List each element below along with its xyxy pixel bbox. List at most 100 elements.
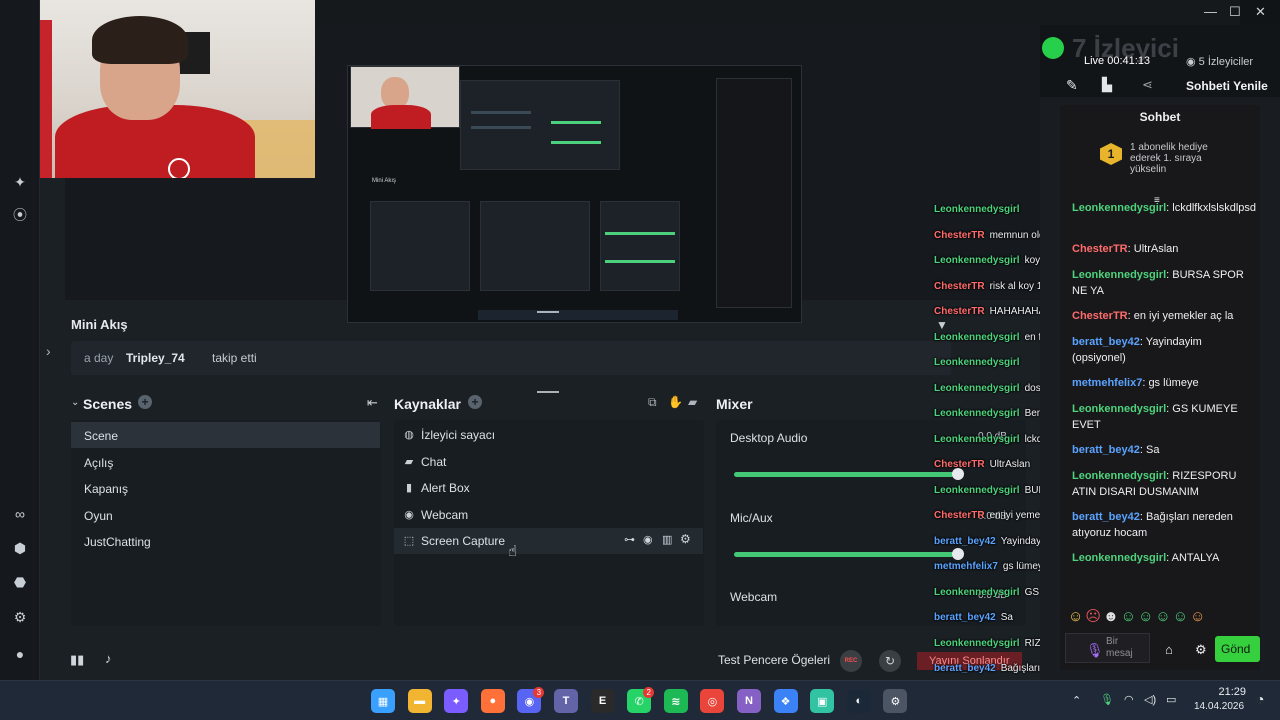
scene-item[interactable]: Oyun [71,502,380,528]
chat-message[interactable]: beratt_bey42: Yayindayim (opsiyonel) [1072,334,1257,366]
settings-cog-icon[interactable]: ⚙ [680,532,691,546]
profile-icon[interactable]: ● [11,645,29,663]
windows-start-icon[interactable]: ▦ [371,689,395,713]
maximize-icon[interactable]: ☐ [1229,4,1241,20]
add-source-icon[interactable]: + [468,395,482,409]
firefox-icon[interactable]: ● [480,689,505,713]
record-icon[interactable]: ⦿ [11,206,29,224]
replay-buffer-icon[interactable]: ↻ [879,650,901,672]
volume-slider[interactable] [734,472,954,477]
source-item[interactable]: ▮ Alert Box [394,475,703,501]
mic-tray-icon[interactable]: 🎙 [1100,693,1114,706]
mini-akis-event-row[interactable]: a day Tripley_74 takip etti [71,341,951,375]
folder-icon[interactable]: ▰ [688,395,697,409]
chat-message[interactable]: ChesterTR: UltrAslan [1072,241,1257,257]
epic-games-icon[interactable]: E [590,689,615,713]
test-widgets-label[interactable]: Test Pencere Ögeleri [718,653,830,667]
scene-item[interactable]: JustChatting [71,528,380,554]
steam-icon[interactable]: ◐ [846,689,871,713]
chat-username[interactable]: Leonkennedysgirl [1072,552,1166,564]
battery-icon[interactable]: ▭ [1166,693,1176,706]
collapse-icon[interactable]: ⇤ [367,395,378,411]
scene-item[interactable]: Açılış [71,449,380,475]
chat-text: en iyi yemekler aç la [1133,310,1234,322]
edit-icon[interactable]: ✎ [1066,77,1078,94]
refresh-chat-button[interactable]: Sohbeti Yenile [1186,79,1268,93]
lock-icon[interactable]: ⊶ [624,533,635,546]
filter-icon[interactable]: ▼ [936,318,948,332]
add-scene-icon[interactable]: + [138,395,152,409]
store-icon[interactable]: ⌂ [1165,642,1173,657]
chat-message[interactable]: Leonkennedysgirl: ANTALYA [1072,550,1257,566]
settings-icon[interactable]: ⚙ [883,689,908,713]
integration-icon[interactable]: ∞ [11,505,29,523]
source-item[interactable]: ⬚ Screen Capture ⊶ ◉ ▥ ⚙ [394,528,703,554]
notification-bell-icon[interactable]: ◔ [1256,691,1264,707]
volume-knob[interactable] [952,468,964,480]
chat-username[interactable]: Leonkennedysgirl [1072,470,1166,482]
source-item[interactable]: ◍ İzleyici sayacı [394,422,703,448]
group-icon[interactable]: ⧉ [648,395,657,410]
resize-handle[interactable] [537,311,559,313]
chat-message[interactable]: ChesterTR: en iyi yemekler aç la [1072,308,1257,324]
chat-username[interactable]: beratt_bey42 [1072,336,1140,348]
chat-message[interactable]: Leonkennedysgirl: GS KUMEYE EVET [1072,401,1257,433]
themes-icon[interactable]: ⬣ [11,573,29,591]
chat-settings-icon[interactable]: ⚙ [1195,642,1207,658]
chevron-up-icon[interactable]: ⌃ [1072,694,1081,707]
chevron-down-icon[interactable]: ⌄ [71,397,79,408]
mic-icon[interactable]: 🎙 [1086,642,1104,659]
minimize-icon[interactable]: — [1204,4,1217,19]
chat-input[interactable]: 🎙 Bir mesaj [1065,633,1150,663]
chat-message[interactable]: metmehfelix7: gs lümeye [1072,375,1257,391]
sparkle-icon[interactable]: ✦ [11,173,29,191]
rec-button[interactable]: REC [840,650,862,672]
settings-gear-app-icon[interactable]: ❖ [773,689,798,713]
chat-username[interactable]: Leonkennedysgirl [1072,202,1166,214]
chat-username[interactable]: ChesterTR [1072,243,1128,255]
chat-message[interactable]: Leonkennedysgirl: BURSA SPOR NE YA [1072,267,1257,299]
visual-studio-icon[interactable]: N [737,689,761,713]
chat-username[interactable]: Leonkennedysgirl [1072,269,1166,281]
chat-message[interactable]: Leonkennedysgirl: RIZESPORU ATIN DISARI … [1072,468,1257,500]
stop-stream-button[interactable]: Yayını Sonlandır [917,652,1022,670]
chat-message[interactable]: beratt_bey42: Bağışları nereden atıyoruz… [1072,509,1257,541]
chrome-icon[interactable]: ◎ [700,689,725,713]
share-icon[interactable]: ⋖ [1142,77,1153,93]
close-icon[interactable]: ✕ [1255,4,1266,20]
chat-message[interactable]: Leonkennedysgirl: lckdlfkxlslskdlpsd [1072,200,1257,216]
stats-icon[interactable]: ▮▮ [70,652,84,668]
chat-username[interactable]: ChesterTR [1072,310,1128,322]
scene-item[interactable]: Scene [71,422,380,448]
notifications-icon[interactable]: ♪ [105,651,112,666]
volume-slider[interactable] [734,552,954,557]
scene-item[interactable]: Kapanış [71,475,380,501]
trash-icon[interactable]: ▥ [662,533,672,546]
chat-username[interactable]: metmehfelix7 [1072,377,1142,389]
file-explorer-icon[interactable]: ▬ [407,689,432,713]
clock-time[interactable]: 21:29 [1212,686,1246,698]
emote-bar[interactable]: ☺☹☻☺☺☺☺☺ [1068,607,1252,625]
event-user: Tripley_74 [126,351,185,365]
volume-knob[interactable] [952,548,964,560]
source-item[interactable]: ◉ Webcam [394,502,703,528]
chat-username[interactable]: beratt_bey42 [1072,511,1140,523]
chevron-right-icon[interactable]: › [46,343,51,359]
streamlabs-icon[interactable]: ▣ [810,689,835,713]
settings-icon[interactable]: ⚙ [11,608,29,626]
app-store-icon[interactable]: ⬢ [11,539,29,557]
clock-date[interactable]: 14.04.2026 [1194,701,1244,712]
clip-icon[interactable]: ▙ [1102,77,1112,93]
copilot-icon[interactable]: ✦ [444,689,469,713]
spotify-icon[interactable]: ≋ [663,689,688,713]
chat-username[interactable]: beratt_bey42 [1072,444,1140,456]
source-item[interactable]: ▰ Chat [394,449,703,475]
pause-icon[interactable]: ✋ [668,395,683,409]
chat-username[interactable]: Leonkennedysgirl [1072,403,1166,415]
wifi-icon[interactable]: ◠ [1124,693,1134,706]
visibility-icon[interactable]: ◉ [643,533,653,546]
send-button[interactable]: Gönd [1215,636,1260,662]
volume-icon[interactable]: ◁) [1144,693,1156,706]
teams-icon[interactable]: T [554,689,578,713]
chat-message[interactable]: beratt_bey42: Sa [1072,442,1257,458]
